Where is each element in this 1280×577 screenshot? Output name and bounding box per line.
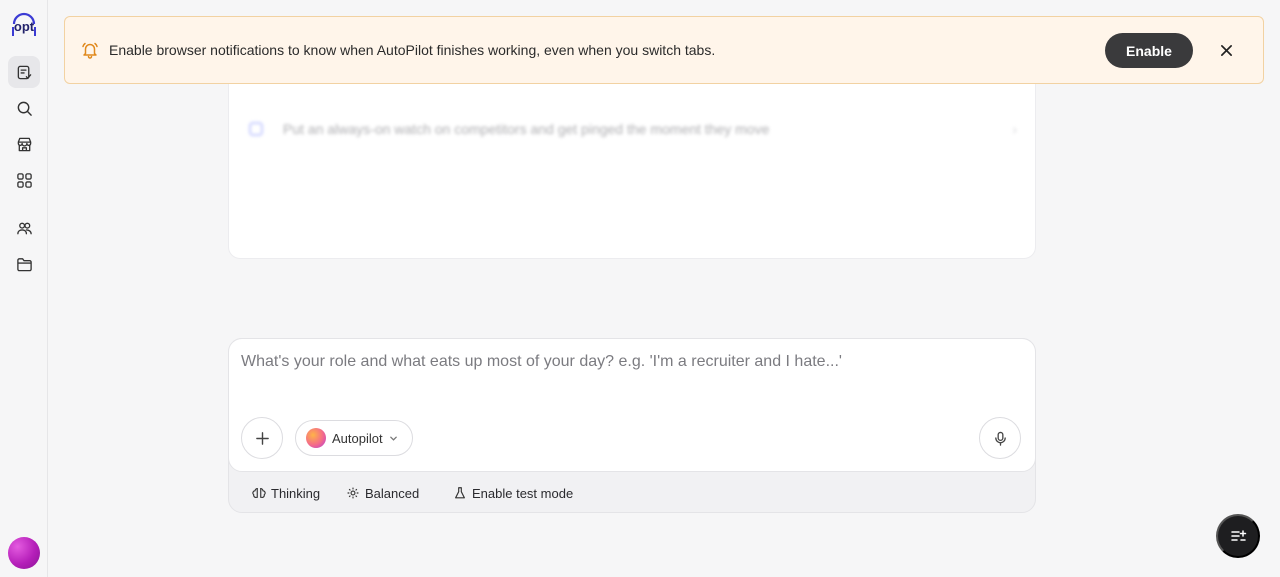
flask-icon	[455, 487, 465, 499]
test-mode-toggle[interactable]: Enable test mode	[453, 484, 573, 502]
autopilot-model-icon	[306, 428, 326, 448]
logo-icon: opt	[12, 12, 36, 36]
sidebar-item-files[interactable]	[8, 248, 40, 280]
thinking-label: Thinking	[271, 485, 321, 501]
folder-icon	[16, 257, 32, 271]
close-icon	[1220, 44, 1232, 56]
team-icon	[16, 222, 32, 234]
sidebar-item-tasks[interactable]	[8, 56, 40, 88]
sidebar-item-store[interactable]	[8, 128, 40, 160]
suggestion-icon	[249, 122, 263, 136]
main-content: Enable browser notifications to know whe…	[48, 0, 1280, 577]
banner-close-button[interactable]	[1217, 41, 1235, 59]
thinking-toggle[interactable]: Thinking	[252, 484, 320, 502]
enable-notifications-button[interactable]: Enable	[1105, 33, 1193, 68]
brain-icon	[252, 488, 266, 498]
suggestion-item[interactable]: Put an always-on watch on competitors an…	[249, 119, 1017, 139]
balanced-label: Balanced	[365, 485, 420, 501]
user-avatar[interactable]	[8, 537, 40, 569]
banner-message: Enable browser notifications to know whe…	[109, 42, 716, 58]
svg-text:opt: opt	[14, 19, 35, 34]
chevron-down-icon	[389, 436, 397, 441]
chevron-right-icon: ›	[1012, 121, 1017, 137]
balanced-toggle[interactable]: Balanced	[346, 484, 419, 502]
test-mode-label: Enable test mode	[472, 485, 574, 501]
sparkle-list-icon	[1231, 530, 1247, 541]
suggestion-text: Put an always-on watch on competitors an…	[283, 121, 770, 137]
voice-input-button[interactable]	[979, 417, 1021, 459]
chat-composer: Autopilot Thinking	[228, 338, 1036, 513]
sidebar: opt	[0, 0, 48, 577]
prompt-input[interactable]	[241, 353, 1001, 371]
store-icon	[17, 137, 31, 151]
tasks-icon	[17, 65, 31, 79]
model-label: Autopilot	[332, 430, 383, 446]
search-icon	[17, 101, 32, 116]
model-selector[interactable]: Autopilot	[295, 420, 413, 456]
add-attachment-button[interactable]	[241, 417, 283, 459]
sidebar-item-search[interactable]	[8, 92, 40, 124]
microphone-icon	[994, 431, 1006, 446]
notification-banner: Enable browser notifications to know whe…	[64, 16, 1264, 84]
sidebar-item-team[interactable]	[8, 212, 40, 244]
task-list-fab[interactable]	[1216, 514, 1260, 558]
composer-input-area: Autopilot	[228, 338, 1036, 472]
sidebar-item-apps[interactable]	[8, 164, 40, 196]
gear-icon	[347, 487, 359, 499]
app-logo[interactable]: opt	[9, 9, 39, 39]
apps-icon	[16, 172, 32, 188]
plus-icon	[255, 431, 269, 445]
bell-icon	[82, 42, 98, 59]
